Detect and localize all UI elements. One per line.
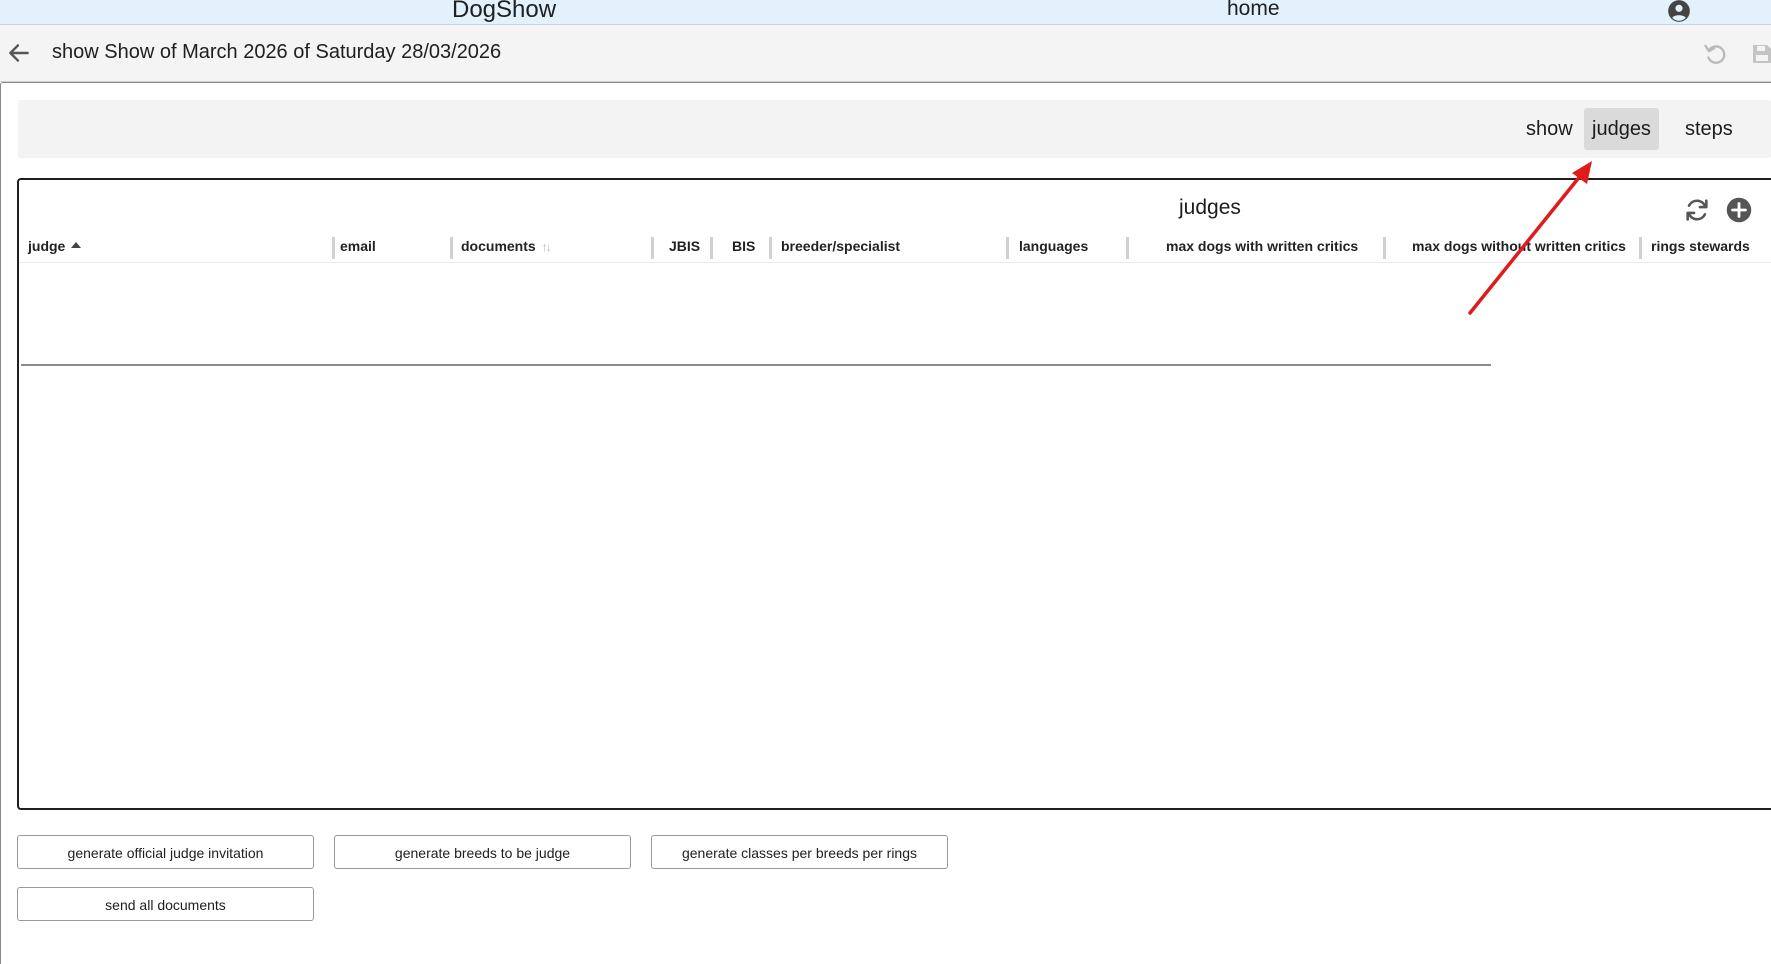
loading-progress-line [21, 364, 1491, 366]
page-title: show Show of March 2026 of Saturday 28/0… [52, 41, 502, 63]
top-app-bar: DogShow home [0, 0, 1771, 25]
column-separator[interactable] [450, 237, 453, 259]
arrow-left-icon[interactable] [6, 40, 32, 66]
column-separator[interactable] [1383, 237, 1386, 259]
page-header: show Show of March 2026 of Saturday 28/0… [0, 25, 1771, 82]
column-header-documents[interactable]: documents ↑↓ [461, 230, 552, 262]
judges-table-panel: judges judge email documents ↑↓ JBIS BIS … [17, 178, 1771, 810]
column-separator[interactable] [1639, 237, 1642, 259]
generate-classes-button[interactable]: generate classes per breeds per rings [651, 835, 948, 869]
refresh-icon[interactable] [1683, 196, 1711, 224]
column-header-languages[interactable]: languages [1019, 230, 1088, 262]
panel-title: judges [1179, 196, 1241, 219]
column-separator[interactable] [769, 237, 772, 259]
tab-bar: show judges steps [18, 100, 1771, 158]
column-separator[interactable] [332, 237, 335, 259]
generate-judge-invitation-button[interactable]: generate official judge invitation [17, 835, 314, 869]
tab-steps[interactable]: steps [1677, 108, 1741, 150]
column-header-breeder-specialist[interactable]: breeder/specialist [781, 230, 900, 262]
column-separator[interactable] [651, 237, 654, 259]
account-circle-icon[interactable] [1666, 0, 1692, 24]
column-header-bis[interactable]: BIS [732, 230, 755, 262]
tab-judges[interactable]: judges [1584, 108, 1659, 150]
column-header-max-dogs-with-critics[interactable]: max dogs with written critics [1166, 230, 1358, 262]
tab-show[interactable]: show [1518, 108, 1581, 150]
column-label: documents [461, 238, 536, 254]
home-link[interactable]: home [1227, 0, 1280, 21]
column-header-email[interactable]: email [340, 230, 376, 262]
table-header: judge email documents ↑↓ JBIS BIS breeder… [19, 230, 1771, 263]
add-circle-icon[interactable] [1725, 196, 1753, 224]
column-header-judge[interactable]: judge [28, 230, 82, 262]
save-icon[interactable] [1750, 42, 1771, 66]
generate-breeds-button[interactable]: generate breeds to be judge [334, 835, 631, 869]
sort-icon: ↑↓ [541, 240, 552, 254]
send-all-documents-button[interactable]: send all documents [17, 887, 314, 921]
column-header-max-dogs-without-critics[interactable]: max dogs without written critics [1412, 230, 1626, 262]
column-label: judge [28, 238, 66, 254]
column-separator[interactable] [710, 237, 713, 259]
column-separator[interactable] [1006, 237, 1009, 259]
sort-ascending-icon [71, 242, 82, 248]
undo-icon[interactable] [1702, 40, 1730, 68]
app-title: DogShow [452, 0, 557, 23]
column-header-rings-stewards[interactable]: rings stewards [1651, 230, 1750, 262]
column-header-jbis[interactable]: JBIS [669, 230, 700, 262]
column-separator[interactable] [1126, 237, 1129, 259]
